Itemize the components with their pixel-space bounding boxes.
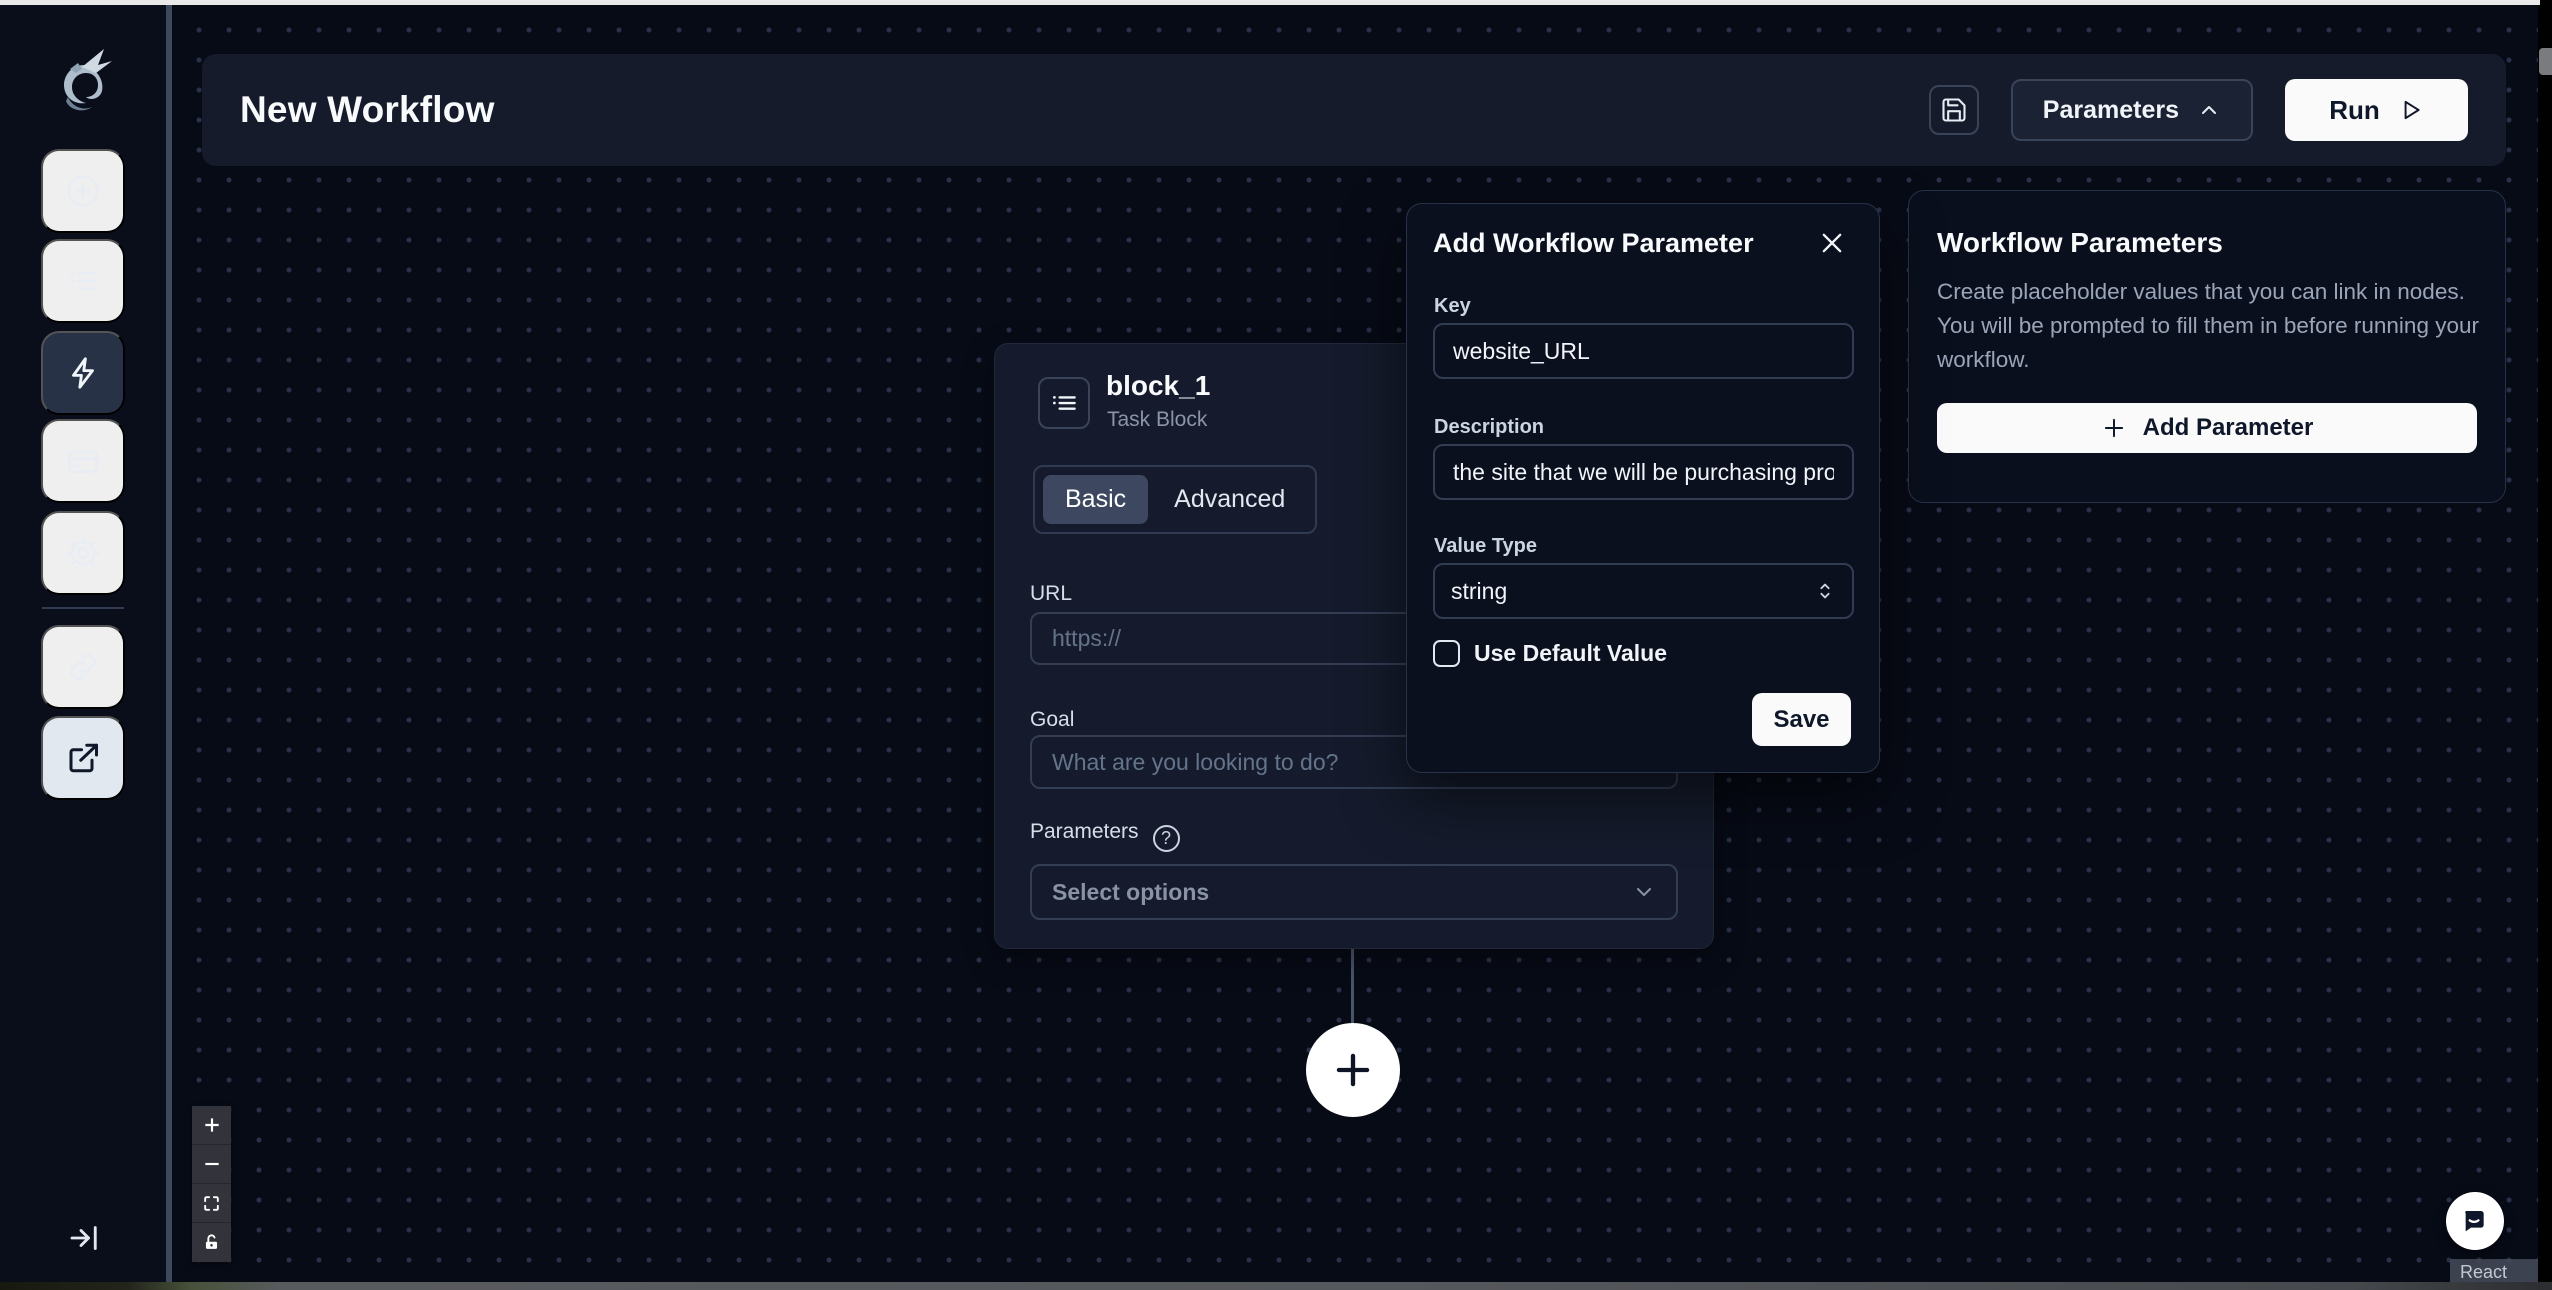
screen-right-strip — [2538, 0, 2552, 1290]
modal-title: Add Workflow Parameter — [1433, 228, 1754, 259]
close-modal-button[interactable] — [1817, 228, 1847, 258]
select-placeholder: Select options — [1052, 879, 1209, 906]
goal-label: Goal — [1030, 708, 1074, 732]
list-icon — [65, 263, 101, 299]
list-icon — [1049, 388, 1079, 418]
key-label: Key — [1434, 295, 1471, 318]
sidebar-divider-line — [42, 607, 124, 609]
lightning-bolt-icon — [64, 354, 102, 392]
fit-view-icon — [202, 1194, 221, 1213]
lock-toggle-button[interactable] — [192, 1223, 231, 1262]
use-default-value-row: Use Default Value — [1433, 640, 1667, 667]
chevron-up-icon — [2197, 98, 2221, 122]
header-actions: Parameters Run — [1929, 79, 2468, 141]
add-node-button[interactable] — [1306, 1023, 1400, 1117]
sidebar-item-runs[interactable] — [41, 239, 125, 323]
chevrons-up-down-icon — [1814, 580, 1836, 602]
plus-icon — [202, 1115, 222, 1135]
key-input[interactable] — [1433, 323, 1854, 379]
node-title[interactable]: block_1 — [1106, 370, 1210, 402]
node-mode-tabs: Basic Advanced — [1033, 465, 1317, 534]
run-workflow-button[interactable]: Run — [2285, 79, 2468, 141]
node-parameters-select[interactable]: Select options — [1030, 864, 1678, 920]
plus-icon — [1327, 1044, 1379, 1096]
add-parameter-button-label: Add Parameter — [2143, 414, 2314, 442]
description-input[interactable] — [1433, 444, 1854, 500]
link-icon — [65, 649, 101, 685]
sidebar-item-billing[interactable] — [41, 419, 125, 503]
sidebar-item-create[interactable] — [41, 149, 125, 233]
sidebar-canvas-divider — [166, 5, 172, 1282]
parameters-button-label: Parameters — [2043, 96, 2179, 125]
node-parameters-label-text: Parameters — [1030, 820, 1139, 843]
plus-circle-icon — [65, 173, 101, 209]
chevron-down-icon — [1632, 880, 1656, 904]
description-label: Description — [1434, 416, 1544, 439]
gear-icon — [64, 534, 102, 572]
run-button-label: Run — [2329, 95, 2380, 126]
play-icon — [2398, 97, 2424, 123]
value-type-label: Value Type — [1434, 535, 1537, 558]
page-title: New Workflow — [240, 89, 495, 131]
panel-title: Workflow Parameters — [1937, 227, 2477, 259]
close-icon — [1818, 229, 1846, 257]
workflow-header: New Workflow Parameters Run — [202, 54, 2506, 166]
workflow-parameters-panel: Workflow Parameters Create placeholder v… — [1908, 190, 2506, 503]
chat-support-button[interactable] — [2446, 1192, 2504, 1250]
node-subtitle: Task Block — [1107, 408, 1207, 432]
help-icon[interactable]: ? — [1153, 825, 1180, 852]
sidebar-collapse-button[interactable] — [64, 1218, 104, 1258]
save-workflow-button[interactable] — [1929, 85, 1979, 135]
skyvern-dragon-logo — [44, 41, 120, 121]
use-default-value-label: Use Default Value — [1474, 640, 1667, 667]
credit-card-icon — [65, 443, 101, 479]
tab-basic[interactable]: Basic — [1043, 475, 1148, 524]
url-label: URL — [1030, 582, 1072, 606]
value-type-selected: string — [1451, 578, 1507, 605]
screen-edge-artifact — [2539, 48, 2552, 75]
node-edge-connector — [1351, 949, 1354, 1023]
parameters-toggle-button[interactable]: Parameters — [2011, 79, 2253, 141]
fit-view-button[interactable] — [192, 1184, 231, 1223]
sidebar-item-integrations[interactable] — [41, 625, 125, 709]
sidebar-item-settings[interactable] — [41, 511, 125, 595]
sidebar-item-workflows[interactable] — [41, 331, 125, 415]
value-type-select[interactable]: string — [1433, 563, 1854, 619]
screen-bottom-strip — [0, 1282, 2552, 1290]
panel-description: Create placeholder values that you can l… — [1937, 275, 2489, 377]
unlock-icon — [202, 1233, 221, 1252]
node-parameters-label: Parameters? — [1030, 820, 1180, 852]
sidebar-item-external[interactable] — [41, 716, 125, 800]
external-link-icon — [65, 740, 101, 776]
app-screen: New Workflow Parameters Run — [0, 0, 2552, 1290]
tab-advanced[interactable]: Advanced — [1152, 475, 1307, 524]
use-default-value-checkbox[interactable] — [1433, 640, 1460, 667]
node-icon-box — [1038, 377, 1090, 429]
add-parameter-button[interactable]: Add Parameter — [1937, 403, 2477, 453]
zoom-in-button[interactable] — [192, 1106, 231, 1145]
screen-top-strip — [0, 0, 2540, 5]
modal-save-button[interactable]: Save — [1752, 693, 1851, 746]
sidebar — [0, 5, 166, 1282]
save-floppy-icon — [1940, 96, 1968, 124]
chat-bubble-icon — [2459, 1205, 2491, 1237]
canvas-controls — [192, 1106, 231, 1262]
plus-icon — [2101, 415, 2127, 441]
arrow-to-line-icon — [66, 1220, 102, 1256]
minus-icon — [202, 1154, 222, 1174]
add-parameter-modal: Add Workflow Parameter Key Description V… — [1406, 203, 1880, 773]
zoom-out-button[interactable] — [192, 1145, 231, 1184]
